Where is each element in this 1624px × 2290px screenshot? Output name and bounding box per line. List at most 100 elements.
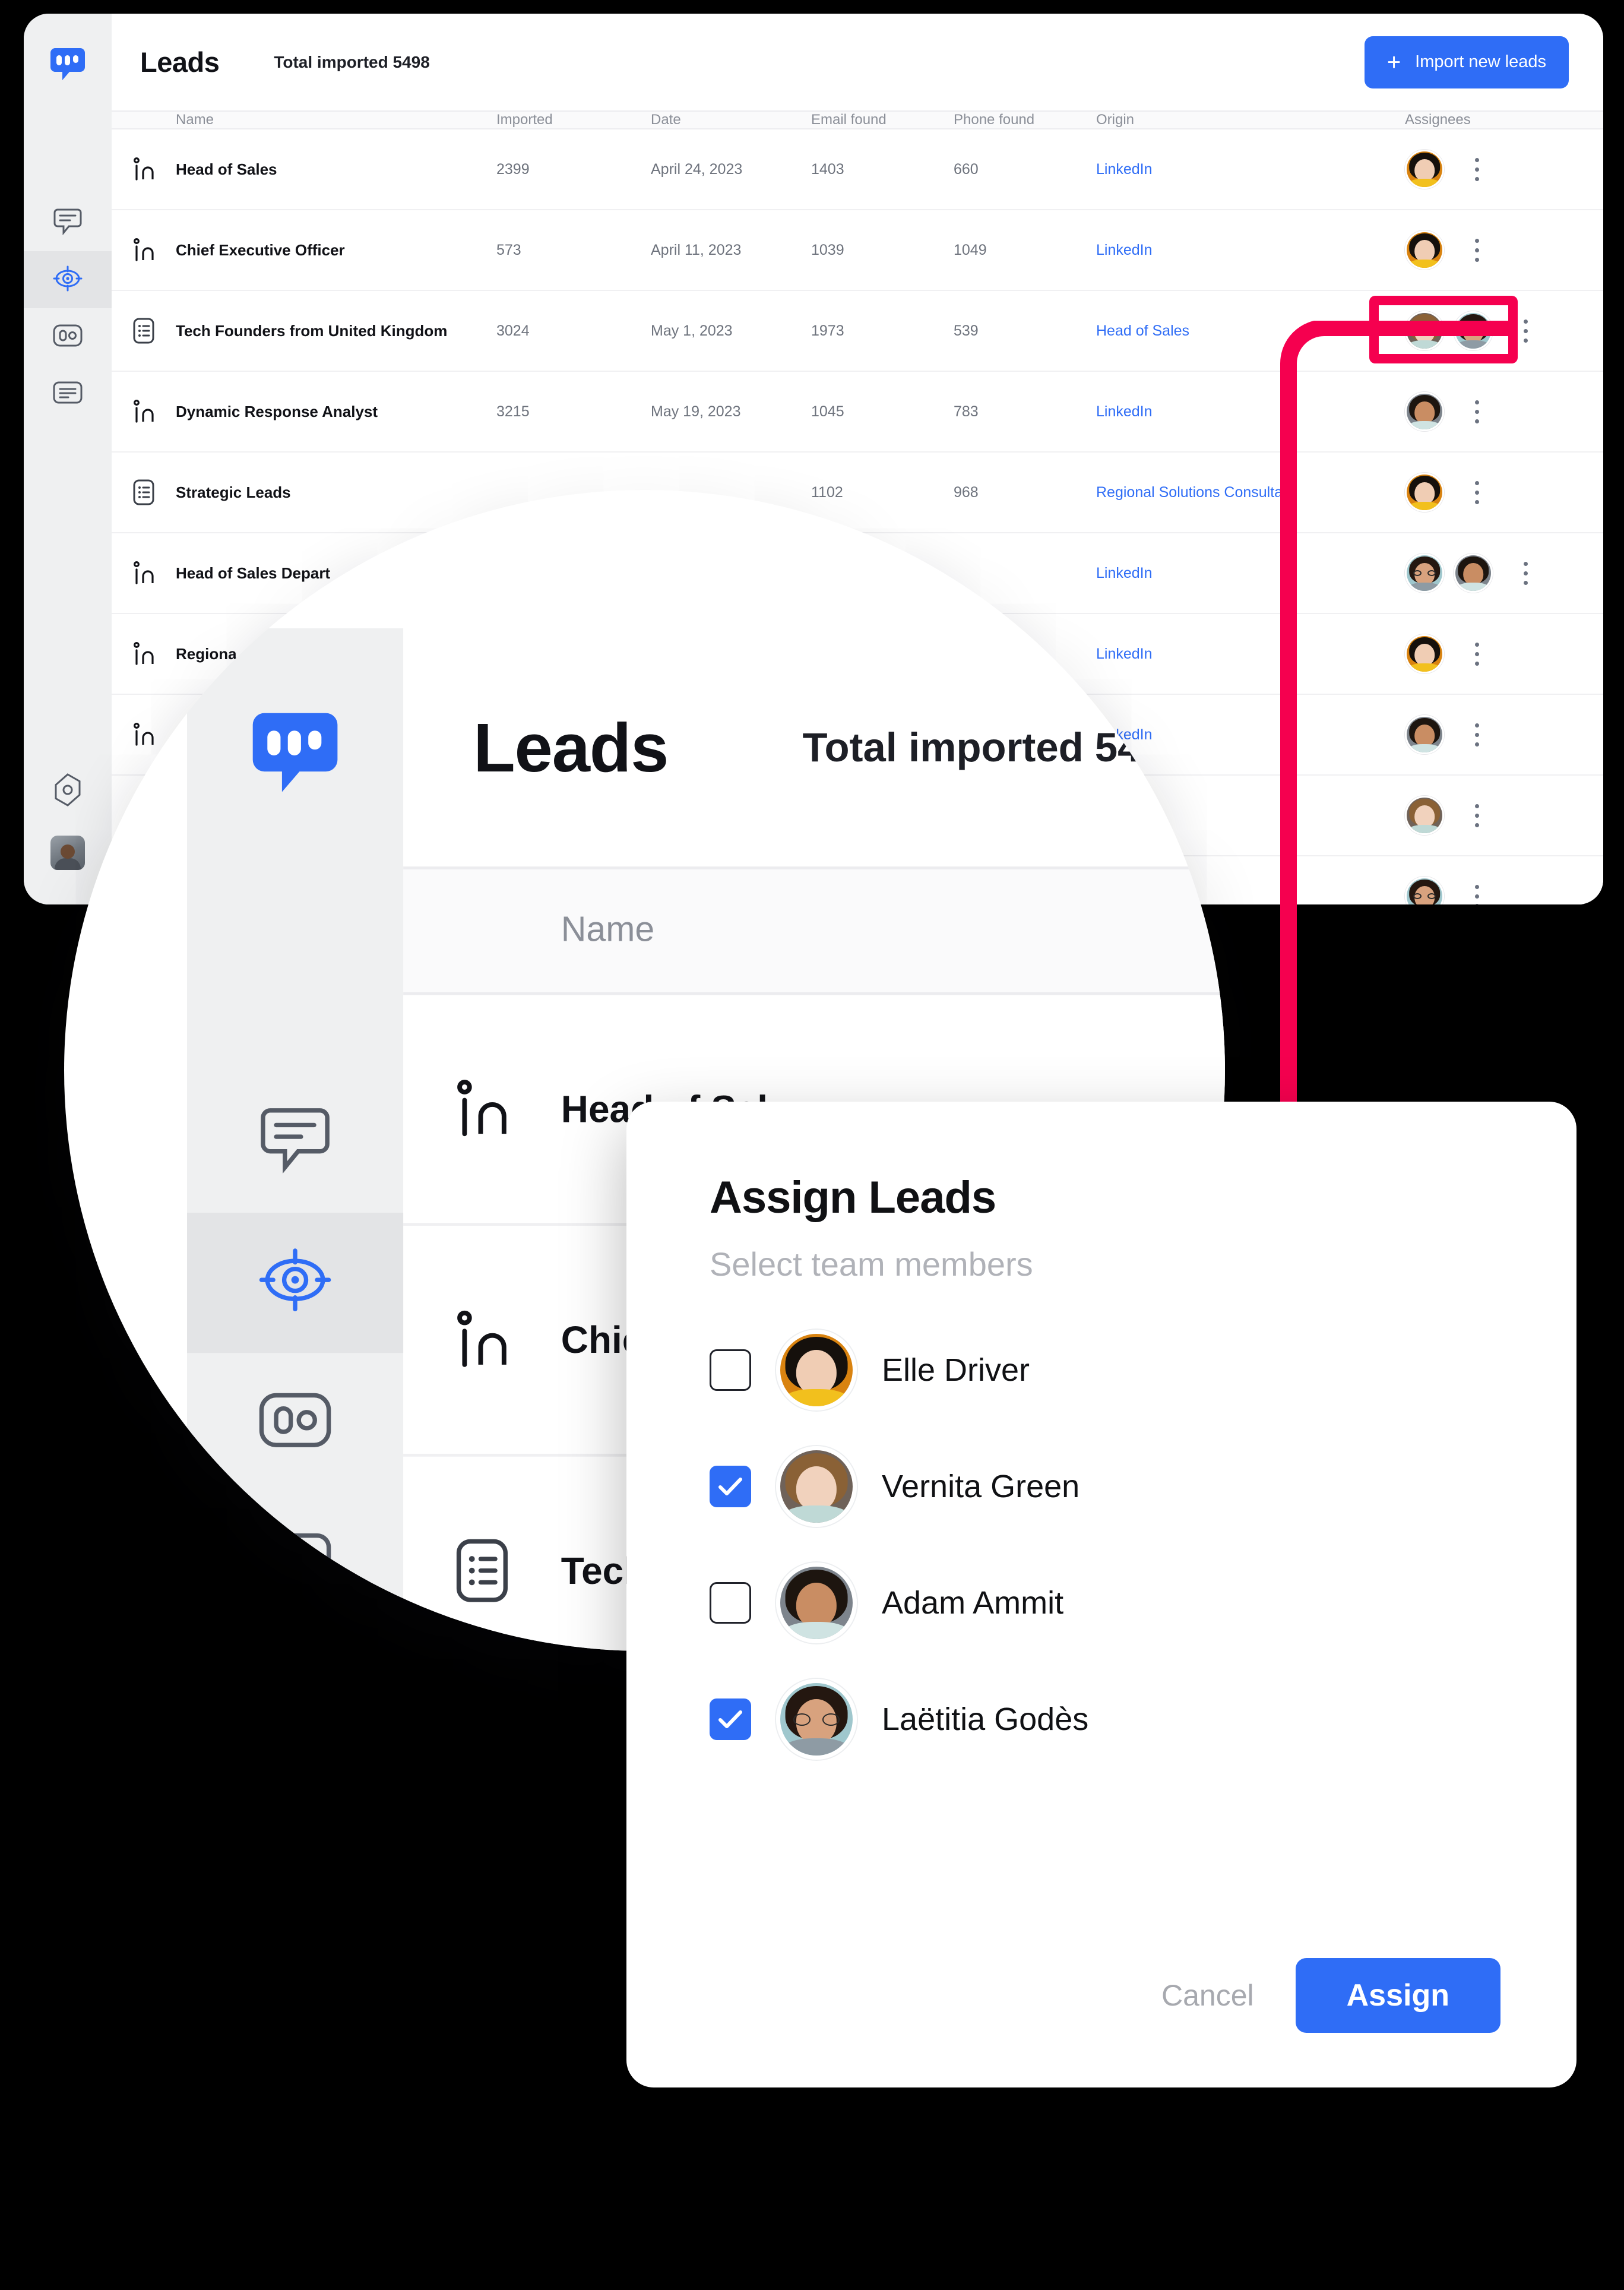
magnified-sidebar <box>187 628 404 1651</box>
cell-phone-found: 968 <box>954 483 979 501</box>
sidebar-item-leads[interactable] <box>24 251 112 308</box>
assignees-highlight-box <box>1369 296 1518 363</box>
magnified-table-header: Name Imported <box>403 869 1225 995</box>
import-new-leads-button[interactable]: + Import new leads <box>1364 36 1569 88</box>
target-eye-icon <box>257 1245 333 1320</box>
hex-settings-icon[interactable] <box>52 773 83 809</box>
cell-email-found: 1039 <box>811 241 844 258</box>
cell-imported: 573 <box>496 241 521 258</box>
assignee-avatar[interactable] <box>1405 150 1444 189</box>
column-header-phone-found[interactable]: Phone found <box>954 112 1096 128</box>
table-row[interactable]: Chief Executive Officer 573 April 11, 2023… <box>112 210 1603 291</box>
total-imported-label: Total imported 5498 <box>274 52 430 71</box>
avatar-face <box>780 1683 853 1756</box>
column-header-assignees[interactable]: Assignees <box>1405 112 1471 128</box>
chat-bubble-logo-icon[interactable] <box>250 713 341 795</box>
cell-email-found: 1045 <box>811 403 844 420</box>
sidebar-item-templates[interactable] <box>187 1493 403 1633</box>
cell-name: Head of Sales <box>176 160 277 178</box>
avatar-face <box>780 1567 853 1639</box>
cell-name: Dynamic Response Analyst <box>176 402 378 420</box>
member-name: Adam Ammit <box>882 1585 1064 1621</box>
row-type-icon <box>112 640 176 668</box>
sidebar-item-messages[interactable] <box>187 1073 403 1213</box>
magnified-total-imported: Total imported 5498 <box>802 724 1186 770</box>
sidebar-item-templates[interactable] <box>24 365 112 422</box>
row-type-icon <box>112 479 176 506</box>
row-type-icon <box>403 1076 561 1143</box>
modal-subtitle: Select team members <box>710 1245 1033 1283</box>
cancel-button[interactable]: Cancel <box>1137 1978 1279 2013</box>
table-row[interactable]: Head of Sales 2399 April 24, 2023 1403 660 Li… <box>112 129 1603 210</box>
account-avatar[interactable] <box>50 836 85 870</box>
cell-phone-found: 783 <box>954 403 979 420</box>
row-menu-button[interactable] <box>1444 157 1509 181</box>
cell-date: May 19, 2023 <box>651 403 741 420</box>
cell-assignees <box>1405 230 1444 270</box>
column-header-name[interactable]: Name <box>176 112 496 128</box>
member-name: Vernita Green <box>882 1469 1080 1504</box>
team-member-row[interactable]: Adam Ammit <box>710 1555 1500 1650</box>
cell-imported: 3215 <box>496 403 530 420</box>
member-avatar <box>776 1330 857 1410</box>
cell-imported: 3024 <box>496 322 530 339</box>
chat-bubble-logo-icon[interactable] <box>49 48 86 81</box>
import-button-label: Import new leads <box>1415 52 1546 71</box>
cell-origin-link[interactable]: LinkedIn <box>1096 242 1405 259</box>
chat-bubble-icon <box>53 208 83 238</box>
cell-date: May 1, 2023 <box>651 322 733 339</box>
cell-name: Strategic Leads <box>176 483 291 501</box>
member-checkbox[interactable] <box>710 1698 751 1740</box>
member-checkbox[interactable] <box>710 1582 751 1624</box>
plus-icon: + <box>1386 49 1401 75</box>
magnified-page-title: Leads <box>473 708 669 786</box>
row-menu-button[interactable] <box>1444 238 1509 262</box>
sidebar-item-automations[interactable] <box>187 1353 403 1493</box>
assignee-avatar[interactable] <box>1405 230 1444 270</box>
member-avatar <box>776 1562 857 1643</box>
column-header-date[interactable]: Date <box>651 112 811 128</box>
cell-email-found: 1102 <box>811 483 843 501</box>
cell-phone-found: 1049 <box>954 241 987 258</box>
row-type-icon <box>112 398 176 425</box>
sidebar-item-messages[interactable] <box>24 194 112 251</box>
callout-connector-line <box>1280 321 1514 1185</box>
team-member-row[interactable]: Laëtitia Godès <box>710 1672 1500 1767</box>
cell-phone-found: 539 <box>954 322 979 339</box>
page-title: Leads <box>140 46 220 78</box>
magnified-topbar: Leads Total imported 5498 <box>403 628 1225 869</box>
cell-imported: 2399 <box>496 160 530 178</box>
sidebar-item-leads[interactable] <box>187 1213 404 1353</box>
member-avatar <box>776 1679 857 1760</box>
document-lines-icon <box>259 1532 332 1595</box>
avatar-face <box>780 1450 853 1523</box>
assign-button[interactable]: Assign <box>1295 1958 1500 2033</box>
topbar: Leads Total imported 5498 + Import new l… <box>112 14 1603 112</box>
toggle-switch-icon <box>53 324 83 350</box>
checkmark-icon <box>718 1478 742 1495</box>
column-header-imported[interactable]: Imported <box>496 112 651 128</box>
row-type-icon <box>112 156 176 183</box>
team-member-row[interactable]: Elle Driver <box>710 1323 1500 1418</box>
cell-date: April 24, 2023 <box>651 160 743 178</box>
column-header-email-found[interactable]: Email found <box>811 112 954 128</box>
kebab-menu-icon <box>1444 157 1509 181</box>
team-member-row[interactable]: Vernita Green <box>710 1439 1500 1534</box>
column-header-origin[interactable]: Origin <box>1096 112 1405 128</box>
magnified-sidebar-nav <box>187 1073 404 1634</box>
avatar-face <box>1407 151 1442 187</box>
row-type-icon <box>403 1306 561 1373</box>
member-checkbox[interactable] <box>710 1349 751 1391</box>
sidebar <box>24 14 112 904</box>
magnified-column-header-name[interactable]: Name <box>561 910 1225 951</box>
sidebar-bottom <box>24 773 112 870</box>
member-checkbox[interactable] <box>710 1466 751 1507</box>
cell-name: Tech Founders from United Kingdom <box>176 321 448 340</box>
cell-origin-link[interactable]: LinkedIn <box>1096 161 1405 178</box>
table-header: Name Imported Date Email found Phone fou… <box>112 112 1603 129</box>
row-type-icon <box>112 559 176 587</box>
avatar-face <box>780 1334 853 1406</box>
sidebar-item-automations[interactable] <box>24 308 112 365</box>
team-member-list: Elle Driver Vernita Green Adam Ammit Laëtit… <box>710 1323 1500 1767</box>
cell-email-found: 1403 <box>811 160 844 178</box>
